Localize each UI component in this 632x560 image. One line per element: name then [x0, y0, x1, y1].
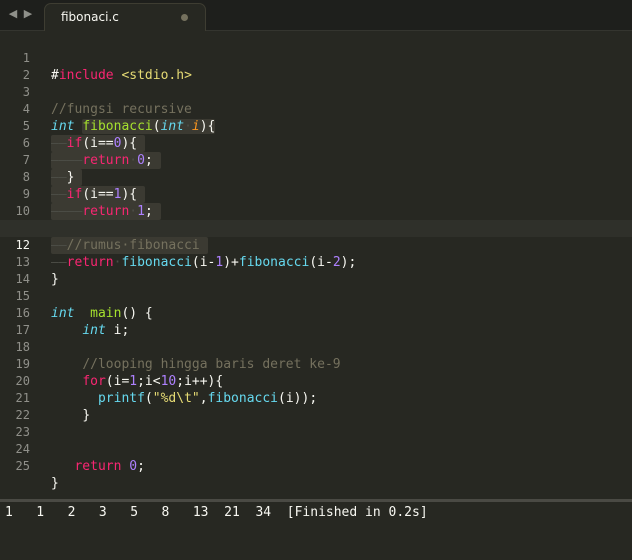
line-number: 25	[15, 459, 30, 473]
code-line: 3 //fungsi recursive	[0, 67, 632, 117]
code-line: 10 ——}	[0, 186, 632, 237]
code-line: 5 ——if(i==0){	[0, 101, 632, 152]
code-line: 20 printf("%d\t",fibonacci(i));	[0, 356, 632, 406]
build-output-panel[interactable]: 1 1 2 3 5 8 13 21 34 [Finished in 0.2s]	[0, 502, 632, 560]
code-line: 2	[0, 50, 632, 82]
code-line: 6 ————return·0;	[0, 118, 632, 169]
code-line: 8 ——if(i==1){	[0, 152, 632, 203]
code-line: 1 #include <stdio.h>	[0, 33, 632, 83]
tab-fibonaci[interactable]: fibonaci.c	[44, 3, 206, 31]
code-editor[interactable]: 1 #include <stdio.h> 2 3 //fungsi recurs…	[0, 33, 632, 499]
code-line: 4 int fibonacci(int·i){	[0, 84, 632, 134]
token: }	[51, 476, 59, 491]
line-code: }	[51, 475, 59, 492]
tab-title: fibonaci.c	[61, 10, 119, 24]
editor-window: ◀ ▶ fibonaci.c 1 #include <stdio.h> 2 3 …	[0, 0, 632, 560]
code-line: 9 ————return·1;	[0, 169, 632, 220]
line-code: return 0;	[51, 458, 145, 475]
code-line: 7 ——}	[0, 135, 632, 186]
token: return	[74, 459, 122, 474]
unsaved-dot-icon[interactable]	[181, 14, 188, 21]
code-line: 22	[0, 390, 632, 422]
code-line: 21 }	[0, 373, 632, 423]
code-line: 16 int i;	[0, 288, 632, 338]
token: 0	[129, 459, 138, 474]
code-line: 14	[0, 254, 632, 286]
code-line: 17	[0, 305, 632, 337]
code-line: 25 }	[0, 441, 632, 491]
build-output-text: 1 1 2 3 5 8 13 21 34 [Finished in 0.2s]	[5, 505, 428, 520]
code-line: 13 }	[0, 237, 632, 287]
token: ;	[137, 459, 145, 474]
forward-arrow-icon[interactable]: ▶	[21, 7, 35, 21]
back-arrow-icon[interactable]: ◀	[6, 7, 20, 21]
code-line: 15 int main() {	[0, 271, 632, 321]
code-line: 11 ——//rumus·fibonacci	[0, 203, 632, 254]
code-line: 23	[0, 407, 632, 439]
code-line: 18 //looping hingga baris deret ke-9	[0, 322, 632, 372]
code-line-current: 12 ——return·fibonacci(i-1)+fibonacci(i-2…	[0, 220, 632, 270]
code-line: 19 for(i=1;i<10;i++){	[0, 339, 632, 389]
tab-bar: ◀ ▶ fibonaci.c	[0, 0, 632, 31]
code-line: 24 return 0;	[0, 424, 632, 474]
